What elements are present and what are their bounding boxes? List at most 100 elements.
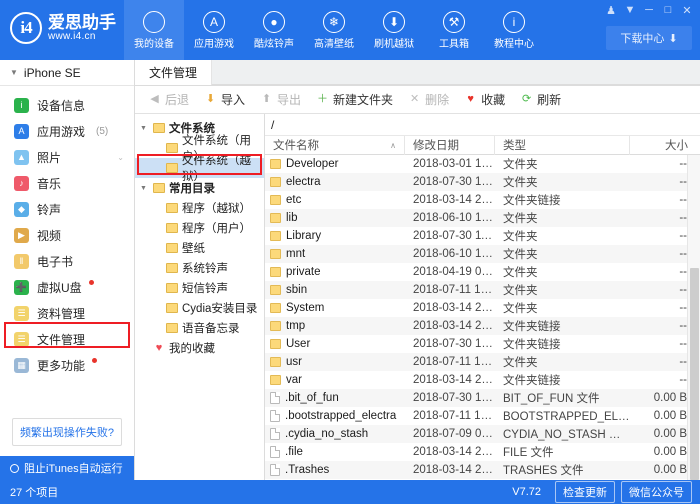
refresh-icon: ⟳ [521, 93, 532, 105]
nav-item-7[interactable]: i 教程中心 [484, 0, 544, 60]
cell-name: var [265, 374, 405, 386]
table-row[interactable]: com.pwn20wnd.semirestor...2018-07-17 19:… [265, 479, 700, 480]
cell-date: 2018-07-30 11:08:... [413, 230, 495, 242]
table-row[interactable]: etc2018-03-14 20:23:...文件夹链接-- [265, 191, 700, 209]
skin-button[interactable]: ♟ [602, 2, 620, 18]
toolbar-refresh-button[interactable]: ⟳ 刷新 [513, 89, 567, 110]
cell-date: 2018-03-14 20:23:... [413, 194, 495, 206]
app-window: i4 爱思助手 www.i4.cn 我的设备 A 应用游戏 ● 酷炫铃声 ❄ 高清壁纸 ⬇ 刷机… [0, 0, 700, 504]
path-bar[interactable]: / [265, 114, 700, 136]
sidebar-item-7[interactable]: ‖ 电子书 [0, 248, 134, 274]
download-center-button[interactable]: 下载中心 ⬇ [606, 26, 692, 50]
table-row[interactable]: Library2018-07-30 11:08:...文件夹-- [265, 227, 700, 245]
file-name: electra [286, 176, 321, 188]
file-list-pane: / 文件名称 ∧ 修改日期 类型 大小 Developer 2018-03-01 18:0… [265, 114, 700, 480]
nav-item-4[interactable]: ❄ 高清壁纸 [304, 0, 364, 60]
toolbar-new-folder-button[interactable]: ＋ 新建文件夹 [309, 89, 399, 110]
column-header-date[interactable]: 修改日期 [405, 135, 495, 155]
music-icon: ♪ [14, 175, 29, 191]
table-row[interactable]: .Trashes2018-03-14 20:23:...TRASHES 文件0.… [265, 461, 700, 479]
tree-item-5[interactable]: 程序（越狱） [135, 198, 264, 218]
column-header-size[interactable]: 大小 [630, 136, 700, 155]
table-row[interactable]: .file2018-03-14 20:18:...FILE 文件0.00 B [265, 443, 700, 461]
tree-item-3[interactable]: 文件系统（越狱） [135, 155, 264, 183]
column-header-name[interactable]: 文件名称 ∧ [265, 135, 405, 155]
table-row[interactable]: .cydia_no_stash 2018-07-09 09:49:... CYDIA… [265, 425, 700, 443]
sidebar-item-5[interactable]: ◆ 铃声 [0, 196, 134, 222]
table-row[interactable]: System2018-03-14 20:18:...文件夹-- [265, 299, 700, 317]
file-name: Developer [286, 158, 339, 170]
nav-item-3[interactable]: ● 酷炫铃声 [244, 0, 304, 60]
cell-name: sbin [265, 284, 405, 296]
tree-expand-caret-icon[interactable]: ▼ [138, 185, 149, 192]
table-row[interactable]: lib2018-06-10 16:52:...文件夹-- [265, 209, 700, 227]
sort-ascending-icon: ∧ [390, 140, 396, 150]
minimize-button[interactable]: ─ [640, 2, 658, 18]
tree-item-11[interactable]: 语音备忘录 [135, 318, 264, 338]
tree-item-6[interactable]: 程序（用户） [135, 218, 264, 238]
file-manager-icon: ☰ [14, 331, 29, 347]
tree-item-label: 系统铃声 [182, 263, 228, 275]
table-row[interactable]: .bit_of_fun 2018-07-30 10:34:... BIT_OF_FU… [265, 389, 700, 407]
file-name: usr [286, 356, 302, 368]
table-row[interactable]: .bootstrapped_electra 2018-07-11 13:48:..… [265, 407, 700, 425]
toolbar-favorite-heart-button[interactable]: ♥ 收藏 [457, 89, 511, 110]
table-row[interactable]: electra2018-07-30 10:34:...文件夹-- [265, 173, 700, 191]
table-row[interactable]: tmp2018-03-14 20:23:...文件夹链接-- [265, 317, 700, 335]
sidebar-item-1[interactable]: i 设备信息 [0, 92, 134, 118]
info-circle-icon: i [14, 97, 29, 113]
tree-item-8[interactable]: 系统铃声 [135, 258, 264, 278]
file-name: mnt [286, 248, 306, 260]
nav-item-1[interactable]: 我的设备 [124, 0, 184, 60]
sidebar-item-2[interactable]: A 应用游戏 (5) [0, 118, 134, 144]
close-button[interactable]: ✕ [678, 2, 696, 18]
tree-expand-caret-icon[interactable]: ▼ [138, 125, 149, 132]
folder-icon [153, 183, 165, 193]
table-row[interactable]: User2018-07-30 10:34:...文件夹链接-- [265, 335, 700, 353]
file-toolbar: ◀ 后退 ⬇ 导入 ⬆ 导出 ＋ 新建文件夹 ✕ 删除 ♥ 收藏 ⟳ 刷新 [135, 86, 700, 114]
cell-date: 2018-03-14 20:18:... [413, 446, 495, 458]
nav-item-6[interactable]: ⚒ 工具箱 [424, 0, 484, 60]
appstore-icon: A [203, 10, 225, 33]
tab-file-manager[interactable]: 文件管理 [135, 59, 213, 85]
device-selector[interactable]: ▼ iPhone SE [0, 60, 134, 86]
table-row[interactable]: mnt2018-06-10 16:52:...文件夹-- [265, 245, 700, 263]
tree-item-9[interactable]: 短信铃声 [135, 278, 264, 298]
column-header-type[interactable]: 类型 [495, 135, 630, 155]
menu-button[interactable]: ▼ [621, 2, 639, 18]
table-row[interactable]: Developer2018-03-01 18:08:...文件夹-- [265, 155, 700, 173]
tree-item-10[interactable]: Cydia安装目录 [135, 298, 264, 318]
table-row[interactable]: var2018-03-14 20:23:...文件夹链接-- [265, 371, 700, 389]
file-icon [270, 392, 280, 404]
folder-icon [270, 231, 281, 241]
help-button[interactable]: 频繁出现操作失败? [12, 418, 122, 446]
sidebar-item-3[interactable]: ▲ 照片 ⌄ [0, 144, 134, 170]
chevron-down-icon[interactable]: ⌄ [117, 153, 124, 162]
maximize-button[interactable]: □ [659, 2, 677, 18]
nav-item-5[interactable]: ⬇ 刷机越狱 [364, 0, 424, 60]
wechat-button[interactable]: 微信公众号 [621, 481, 692, 503]
toolbar-import-button[interactable]: ⬇ 导入 [197, 89, 251, 110]
scrollbar-thumb[interactable] [690, 268, 699, 480]
cell-date: 2018-06-10 16:52:... [413, 212, 495, 224]
sidebar-item-11[interactable]: ▦ 更多功能 [0, 352, 134, 378]
sidebar-item-8[interactable]: ➕ 虚拟U盘 [0, 274, 134, 300]
sidebar-item-4[interactable]: ♪ 音乐 [0, 170, 134, 196]
check-update-button[interactable]: 检查更新 [555, 481, 615, 503]
sidebar-item-9[interactable]: ☰ 资料管理 [0, 300, 134, 326]
flash-icon: ⬇ [383, 10, 405, 33]
file-name: .bit_of_fun [285, 392, 339, 404]
table-row[interactable]: usr2018-07-11 13:48:...文件夹-- [265, 353, 700, 371]
table-row[interactable]: sbin2018-07-11 13:48:...文件夹-- [265, 281, 700, 299]
main-nav: 我的设备 A 应用游戏 ● 酷炫铃声 ❄ 高清壁纸 ⬇ 刷机越狱 ⚒ 工具箱 i 教程中心 [124, 0, 544, 60]
tree-item-label: Cydia安装目录 [182, 303, 258, 315]
sidebar-item-6[interactable]: ▶ 视频 [0, 222, 134, 248]
block-itunes-toggle[interactable]: 阻止iTunes自动运行 [0, 456, 134, 480]
tree-item-12[interactable]: ♥ 我的收藏 [135, 338, 264, 358]
nav-item-2[interactable]: A 应用游戏 [184, 0, 244, 60]
tree-item-7[interactable]: 壁纸 [135, 238, 264, 258]
vertical-scrollbar[interactable] [687, 155, 700, 480]
file-name: private [286, 266, 321, 278]
sidebar-item-10[interactable]: ☰ 文件管理 [0, 326, 134, 352]
table-row[interactable]: private2018-04-19 00:49:...文件夹-- [265, 263, 700, 281]
